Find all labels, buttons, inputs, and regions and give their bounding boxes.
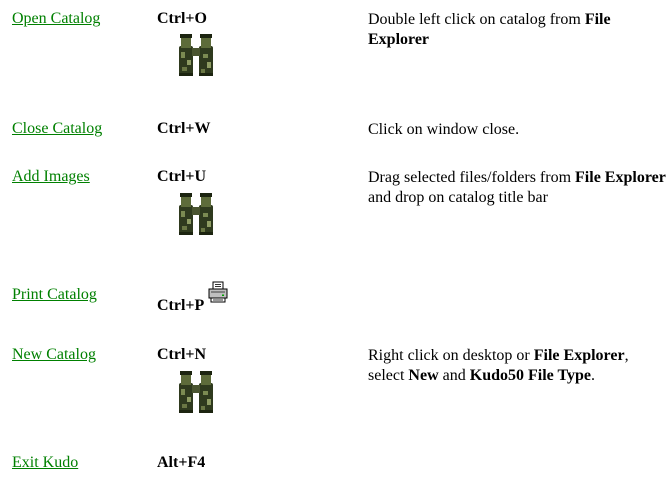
- description-segment: Right click on desktop or: [368, 347, 534, 364]
- description-segment: and drop on catalog title bar: [368, 189, 548, 206]
- new-catalog-description: Right click on desktop or File Explorer,…: [368, 346, 668, 386]
- description-segment: and: [438, 367, 470, 384]
- printer-icon: [208, 281, 228, 303]
- description-segment: Kudo50 File Type: [469, 367, 591, 384]
- description-segment: New: [408, 367, 439, 384]
- exit-kudo-link[interactable]: Exit Kudo: [12, 454, 78, 472]
- new-catalog-link[interactable]: New Catalog: [12, 346, 96, 364]
- open-catalog-link[interactable]: Open Catalog: [12, 10, 100, 28]
- add-images-link[interactable]: Add Images: [12, 168, 90, 186]
- description-segment: Click on window close.: [368, 121, 520, 138]
- binoculars-icon: [177, 191, 215, 237]
- shortcut-label: Ctrl+N: [157, 346, 207, 363]
- open-catalog-description: Double left click on catalog from File E…: [368, 10, 668, 50]
- close-catalog-description: Click on window close.: [368, 120, 668, 140]
- description-segment: Drag selected files/folders from: [368, 169, 576, 186]
- shortcut-label: Ctrl+O: [157, 10, 207, 27]
- shortcut-label: Ctrl+P: [157, 297, 205, 314]
- description-segment: .: [590, 367, 595, 384]
- binoculars-icon: [177, 369, 215, 415]
- description-segment: Double left click on catalog from: [368, 11, 585, 28]
- close-catalog-link[interactable]: Close Catalog: [12, 120, 102, 138]
- shortcut-label: Alt+F4: [157, 454, 206, 471]
- binoculars-icon: [177, 32, 215, 78]
- description-segment: File Explorer: [575, 169, 666, 186]
- shortcut-label: Ctrl+U: [157, 168, 207, 185]
- shortcut-label: Ctrl+W: [157, 120, 211, 137]
- add-images-description: Drag selected files/folders from File Ex…: [368, 168, 668, 208]
- print-catalog-link[interactable]: Print Catalog: [12, 286, 97, 304]
- description-segment: File Explorer: [533, 347, 625, 364]
